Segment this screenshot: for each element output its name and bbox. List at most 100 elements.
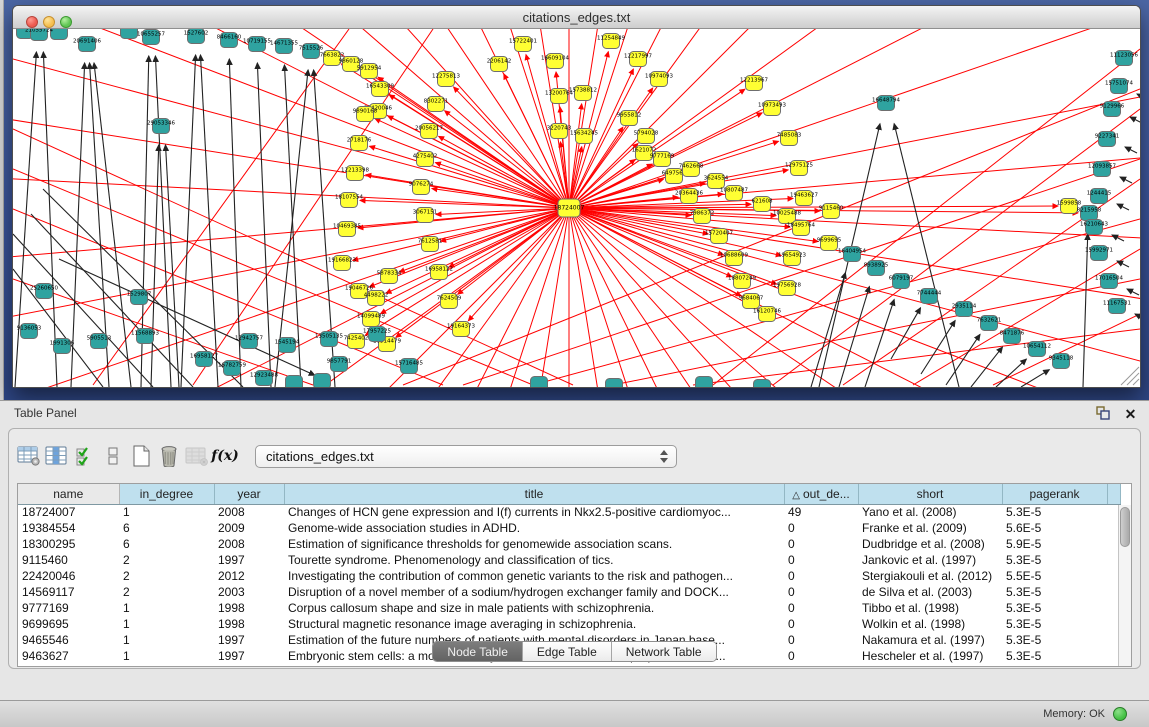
- table-cell[interactable]: 5.3E-5: [1002, 616, 1107, 632]
- table-cell[interactable]: 1998: [214, 616, 284, 632]
- table-cell[interactable]: Tibbo et al. (1998): [858, 600, 1002, 616]
- column-header-title[interactable]: title: [284, 484, 784, 504]
- close-panel-icon[interactable]: ✕: [1122, 405, 1139, 422]
- table-cell[interactable]: 18724007: [18, 504, 119, 520]
- table-row[interactable]: 977716911998Corpus callosum shape and si…: [18, 600, 1120, 616]
- table-row[interactable]: 1830029562008Estimation of significance …: [18, 536, 1120, 552]
- table-cell[interactable]: 0: [784, 616, 858, 632]
- table-cell[interactable]: Changes of HCN gene expression and I(f) …: [284, 504, 784, 520]
- table-cell[interactable]: 2: [119, 568, 214, 584]
- table-cell[interactable]: 5.3E-5: [1002, 504, 1107, 520]
- network-node[interactable]: [754, 380, 771, 388]
- table-cell[interactable]: Franke et al. (2009): [858, 520, 1002, 536]
- network-canvas[interactable]: 2105572420691406106552571527602846616010…: [13, 29, 1140, 387]
- table-cell[interactable]: 5.3E-5: [1002, 584, 1107, 600]
- float-panel-icon[interactable]: [1095, 405, 1112, 422]
- tab-edge-table[interactable]: Edge Table: [523, 642, 612, 661]
- table-cell[interactable]: 5.5E-5: [1002, 568, 1107, 584]
- table-cell[interactable]: 6: [119, 536, 214, 552]
- column-header-name[interactable]: name: [18, 484, 119, 504]
- table-cell[interactable]: 22420046: [18, 568, 119, 584]
- table-cell[interactable]: 0: [784, 552, 858, 568]
- table-cell[interactable]: 49: [784, 504, 858, 520]
- table-cell[interactable]: 1997: [214, 552, 284, 568]
- table-cell[interactable]: 0: [784, 568, 858, 584]
- table-cell[interactable]: 9115460: [18, 552, 119, 568]
- table-cell[interactable]: 0: [784, 584, 858, 600]
- network-node[interactable]: [696, 377, 713, 388]
- column-header-spacer[interactable]: [1107, 484, 1120, 504]
- table-cell[interactable]: 0: [784, 520, 858, 536]
- table-row[interactable]: 1456911722003Disruption of a novel membe…: [18, 584, 1120, 600]
- table-cell[interactable]: 14569117: [18, 584, 119, 600]
- table-cell[interactable]: 1: [119, 600, 214, 616]
- network-node[interactable]: [531, 377, 548, 388]
- table-row[interactable]: 1872400712008Changes of HCN gene express…: [18, 504, 1120, 520]
- delete-table-disabled-icon[interactable]: [183, 441, 211, 471]
- network-node[interactable]: [286, 376, 303, 388]
- table-row[interactable]: 1938455462009Genome-wide association stu…: [18, 520, 1120, 536]
- table-cell[interactable]: 5.3E-5: [1002, 600, 1107, 616]
- table-cell[interactable]: 2: [119, 584, 214, 600]
- table-cell[interactable]: 18300295: [18, 536, 119, 552]
- table-cell[interactable]: 2009: [214, 520, 284, 536]
- network-node[interactable]: [314, 374, 331, 388]
- select-columns-icon[interactable]: [71, 441, 99, 471]
- table-cell[interactable]: Wolkin et al. (1998): [858, 616, 1002, 632]
- table-cell[interactable]: Stergiakouli et al. (2012): [858, 568, 1002, 584]
- table-cell[interactable]: 5.9E-5: [1002, 536, 1107, 552]
- table-cell[interactable]: 19384554: [18, 520, 119, 536]
- table-cell[interactable]: 1: [119, 616, 214, 632]
- table-cell[interactable]: Disruption of a novel member of a sodium…: [284, 584, 784, 600]
- table-cell[interactable]: 9777169: [18, 600, 119, 616]
- table-cell[interactable]: 2008: [214, 536, 284, 552]
- table-cell[interactable]: Corpus callosum shape and size in male p…: [284, 600, 784, 616]
- network-edge: [381, 208, 569, 314]
- table-cell[interactable]: Tourette syndrome. Phenomenology and cla…: [284, 552, 784, 568]
- column-header-in_degree[interactable]: in_degree: [119, 484, 214, 504]
- tab-node-table[interactable]: Node Table: [433, 642, 523, 661]
- table-cell[interactable]: 2003: [214, 584, 284, 600]
- table-row[interactable]: 2242004622012Investigating the contribut…: [18, 568, 1120, 584]
- network-view-window[interactable]: citations_edges.txt 21055724206914061065…: [12, 5, 1141, 388]
- table-cell[interactable]: 5.6E-5: [1002, 520, 1107, 536]
- network-node[interactable]: [121, 29, 138, 39]
- table-row[interactable]: 969969511998Structural magnetic resonanc…: [18, 616, 1120, 632]
- table-cell[interactable]: Structural magnetic resonance image aver…: [284, 616, 784, 632]
- table-cell[interactable]: 2008: [214, 504, 284, 520]
- column-header-pagerank[interactable]: pagerank: [1002, 484, 1107, 504]
- table-cell[interactable]: 2012: [214, 568, 284, 584]
- table-cell[interactable]: 5.3E-5: [1002, 552, 1107, 568]
- table-cell[interactable]: 0: [784, 600, 858, 616]
- column-header-year[interactable]: year: [214, 484, 284, 504]
- table-cell[interactable]: Genome-wide association studies in ADHD.: [284, 520, 784, 536]
- function-builder-icon[interactable]: f(x): [211, 441, 239, 471]
- table-selector-dropdown[interactable]: citations_edges.txt: [255, 445, 677, 468]
- column-header-out_de...[interactable]: △out_de...: [784, 484, 858, 504]
- delete-table-icon[interactable]: [155, 441, 183, 471]
- tab-network-table[interactable]: Network Table: [612, 642, 716, 661]
- table-cell[interactable]: 1: [119, 504, 214, 520]
- table-row[interactable]: 911546021997Tourette syndrome. Phenomeno…: [18, 552, 1120, 568]
- table-cell[interactable]: Jankovic et al. (1997): [858, 552, 1002, 568]
- column-chooser-icon[interactable]: [43, 441, 71, 471]
- table-cell[interactable]: Dudbridge et al. (2008): [858, 536, 1002, 552]
- network-node[interactable]: [606, 379, 623, 388]
- table-scrollbar-thumb[interactable]: [1120, 507, 1130, 547]
- column-header-short[interactable]: short: [858, 484, 1002, 504]
- new-table-icon[interactable]: [127, 441, 155, 471]
- table-cell[interactable]: 0: [784, 536, 858, 552]
- network-node[interactable]: [51, 29, 68, 40]
- table-cell[interactable]: 2: [119, 552, 214, 568]
- table-cell[interactable]: Estimation of significance thresholds fo…: [284, 536, 784, 552]
- table-cell[interactable]: de Silva et al. (2003): [858, 584, 1002, 600]
- table-settings-icon[interactable]: [15, 441, 43, 471]
- memory-status-dot[interactable]: [1113, 707, 1127, 721]
- row-height-icon[interactable]: [99, 441, 127, 471]
- table-cell[interactable]: 6: [119, 520, 214, 536]
- table-cell[interactable]: Yano et al. (2008): [858, 504, 1002, 520]
- table-cell[interactable]: 1998: [214, 600, 284, 616]
- table-cell[interactable]: Investigating the contribution of common…: [284, 568, 784, 584]
- network-window-titlebar[interactable]: citations_edges.txt: [13, 6, 1140, 29]
- table-cell[interactable]: 9699695: [18, 616, 119, 632]
